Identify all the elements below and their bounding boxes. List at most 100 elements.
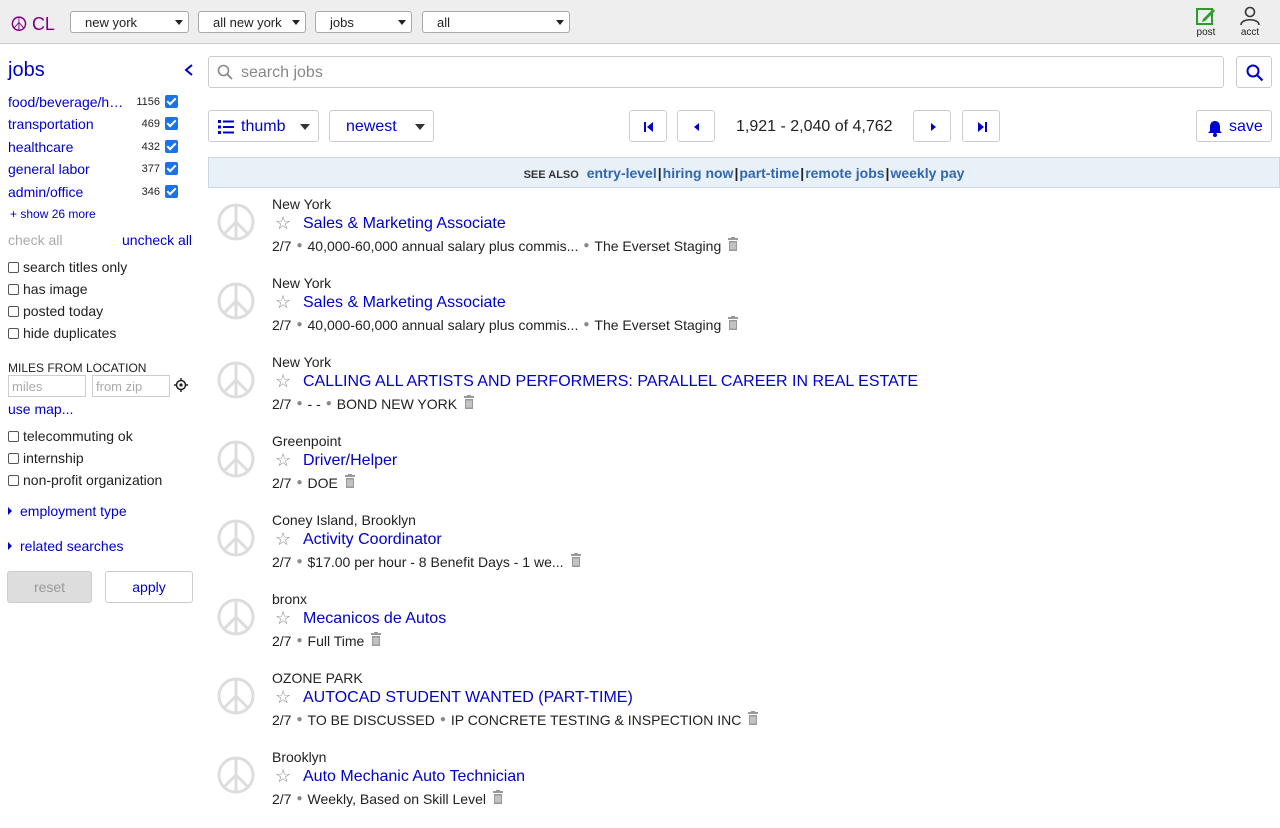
category-name[interactable]: admin/office	[8, 184, 130, 200]
has-image-option[interactable]: has image	[8, 281, 88, 297]
zip-input[interactable]: from zip	[92, 375, 170, 397]
post-button[interactable]: post	[1190, 6, 1222, 38]
chevron-down-icon	[556, 20, 564, 25]
miles-input[interactable]: miles	[8, 375, 86, 397]
category-item[interactable]: food/beverage/hospitality 1156	[8, 94, 178, 112]
locate-icon[interactable]	[174, 378, 188, 392]
trash-icon[interactable]	[370, 632, 382, 649]
star-icon[interactable]: ☆	[275, 529, 291, 549]
see-also-link[interactable]: weekly pay	[890, 165, 964, 181]
area-select[interactable]: new york	[70, 11, 189, 33]
trash-icon[interactable]	[344, 474, 356, 491]
account-button[interactable]: acct	[1234, 6, 1266, 38]
show-more-link[interactable]: + show 26 more	[10, 207, 96, 221]
reset-button[interactable]: reset	[7, 571, 92, 603]
previous-page-button[interactable]	[677, 110, 715, 142]
view-mode-select[interactable]: thumb	[208, 110, 319, 142]
star-icon[interactable]: ☆	[275, 766, 291, 786]
see-also-link[interactable]: hiring now	[663, 165, 734, 181]
listing-title[interactable]: Driver/Helper	[303, 452, 397, 470]
star-icon[interactable]: ☆	[275, 292, 291, 312]
dot-separator: ●	[296, 714, 303, 725]
search-icon	[1246, 64, 1264, 82]
category-item[interactable]: healthcare 432	[8, 139, 178, 157]
star-icon[interactable]: ☆	[275, 608, 291, 628]
peace-icon[interactable]	[216, 676, 256, 716]
listing-title[interactable]: CALLING ALL ARTISTS AND PERFORMERS: PARA…	[303, 373, 918, 391]
craigslist-logo[interactable]: ☮ CL	[10, 12, 55, 37]
next-page-button[interactable]	[913, 110, 951, 142]
peace-icon[interactable]	[216, 360, 256, 400]
checkbox[interactable]	[8, 261, 19, 273]
first-page-button[interactable]	[629, 110, 667, 142]
peace-icon[interactable]	[216, 202, 256, 242]
listing-title[interactable]: AUTOCAD STUDENT WANTED (PART-TIME)	[303, 689, 633, 707]
check-all-link[interactable]: check all	[8, 232, 62, 248]
category-checkbox[interactable]	[165, 140, 178, 153]
category-name[interactable]: general labor	[8, 161, 130, 177]
category-item[interactable]: general labor 377	[8, 161, 178, 179]
trash-icon[interactable]	[747, 711, 759, 728]
internship-option[interactable]: internship	[8, 450, 84, 466]
trash-icon[interactable]	[492, 790, 504, 807]
apply-button[interactable]: apply	[105, 571, 193, 603]
chevron-left-icon[interactable]	[182, 63, 196, 77]
category-checkbox[interactable]	[165, 95, 178, 108]
category-name[interactable]: healthcare	[8, 139, 130, 155]
category-name[interactable]: food/beverage/hospitality	[8, 94, 130, 110]
star-icon[interactable]: ☆	[275, 450, 291, 470]
search-titles-only-option[interactable]: search titles only	[8, 259, 127, 275]
peace-icon[interactable]	[216, 439, 256, 479]
checkbox[interactable]	[8, 452, 19, 464]
category-checkbox[interactable]	[165, 117, 178, 130]
trash-icon[interactable]	[727, 237, 739, 254]
listing-title[interactable]: Auto Mechanic Auto Technician	[303, 768, 525, 786]
save-search-button[interactable]: save	[1196, 110, 1272, 142]
miles-label: MILES FROM LOCATION	[8, 361, 147, 375]
peace-icon[interactable]	[216, 755, 256, 795]
checkbox[interactable]	[8, 430, 19, 442]
uncheck-all-link[interactable]: uncheck all	[122, 232, 192, 248]
peace-icon[interactable]	[216, 597, 256, 637]
checkbox[interactable]	[8, 305, 19, 317]
search-input[interactable]: search jobs	[208, 56, 1224, 88]
non-profit-option[interactable]: non-profit organization	[8, 472, 162, 488]
category-name[interactable]: transportation	[8, 116, 130, 132]
last-page-button[interactable]	[962, 110, 1000, 142]
see-also-link[interactable]: remote jobs	[805, 165, 884, 181]
category-select[interactable]: jobs	[315, 11, 412, 33]
hide-duplicates-option[interactable]: hide duplicates	[8, 325, 116, 341]
posted-today-option[interactable]: posted today	[8, 303, 103, 319]
category-checkbox[interactable]	[165, 162, 178, 175]
trash-icon[interactable]	[463, 395, 475, 412]
listing-title[interactable]: Sales & Marketing Associate	[303, 215, 506, 233]
telecommuting-option[interactable]: telecommuting ok	[8, 428, 133, 444]
use-map-link[interactable]: use map...	[8, 401, 73, 417]
star-icon[interactable]: ☆	[275, 687, 291, 707]
category-checkbox[interactable]	[165, 185, 178, 198]
sort-select[interactable]: newest	[329, 110, 434, 142]
checkbox[interactable]	[8, 474, 19, 486]
listing-title[interactable]: Activity Coordinator	[303, 531, 442, 549]
peace-icon[interactable]	[216, 518, 256, 558]
subarea-select[interactable]: all new york	[198, 11, 306, 33]
related-searches-toggle[interactable]: related searches	[8, 538, 124, 554]
peace-icon[interactable]	[216, 281, 256, 321]
option-label: internship	[23, 450, 84, 466]
star-icon[interactable]: ☆	[275, 371, 291, 391]
see-also-link[interactable]: part-time	[739, 165, 799, 181]
checkbox[interactable]	[8, 327, 19, 339]
category-item[interactable]: transportation 469	[8, 116, 178, 134]
trash-icon[interactable]	[727, 316, 739, 333]
search-button[interactable]	[1236, 56, 1272, 88]
employment-type-toggle[interactable]: employment type	[8, 503, 127, 519]
option-label: hide duplicates	[23, 325, 117, 341]
category-item[interactable]: admin/office 346	[8, 184, 178, 202]
star-icon[interactable]: ☆	[275, 213, 291, 233]
checkbox[interactable]	[8, 283, 19, 295]
trash-icon[interactable]	[570, 553, 582, 570]
subcategory-select[interactable]: all	[422, 11, 570, 33]
listing-title[interactable]: Sales & Marketing Associate	[303, 294, 506, 312]
listing-title[interactable]: Mecanicos de Autos	[303, 610, 446, 628]
see-also-link[interactable]: entry-level	[587, 165, 657, 181]
